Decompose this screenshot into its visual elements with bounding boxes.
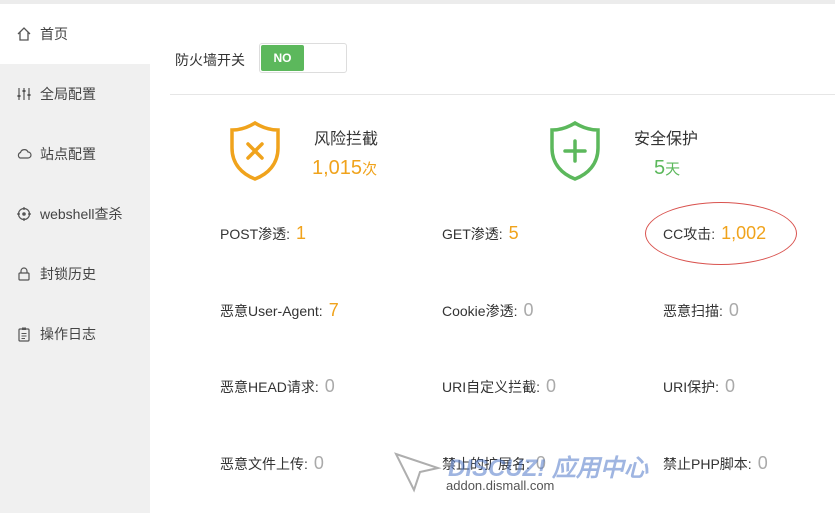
cloud-icon bbox=[17, 149, 32, 159]
metric-value: 0 bbox=[725, 376, 736, 396]
metric-php: 禁止PHP脚本: 0 bbox=[663, 453, 768, 474]
safe-count-wrap: 5天 bbox=[654, 157, 680, 180]
clipboard-icon bbox=[18, 327, 30, 342]
safe-count: 5 bbox=[654, 157, 666, 179]
sidebar-item-site-config[interactable]: 站点配置 bbox=[0, 124, 150, 184]
toggle-state: NO bbox=[261, 45, 304, 71]
metric-get: GET渗透: 5 bbox=[442, 223, 519, 244]
risk-title: 风险拦截 bbox=[314, 131, 379, 148]
sidebar-item-label: 首页 bbox=[40, 26, 68, 42]
risk-count: 1,015 bbox=[312, 157, 363, 179]
sidebar-item-webshell[interactable]: webshell查杀 bbox=[0, 184, 150, 244]
metric-user-agent: 恶意User-Agent: 7 bbox=[220, 300, 339, 321]
main-content: 防火墙开关 NO 风险拦截 1,015次 安全保护 5天 POST渗透: 1 G… bbox=[150, 4, 835, 513]
firewall-label: 防火墙开关 bbox=[175, 52, 245, 68]
highlight-circle bbox=[645, 202, 797, 265]
metric-extension: 禁止的扩展名: 0 bbox=[442, 453, 546, 474]
metric-label: GET渗透: bbox=[442, 226, 503, 242]
metric-scan: 恶意扫描: 0 bbox=[663, 300, 739, 321]
metric-post: POST渗透: 1 bbox=[220, 223, 306, 244]
metric-head: 恶意HEAD请求: 0 bbox=[220, 376, 335, 397]
metric-value: 0 bbox=[313, 453, 324, 473]
sidebar-item-global-config[interactable]: 全局配置 bbox=[0, 64, 150, 124]
sidebar-item-home[interactable]: 首页 bbox=[0, 4, 150, 64]
metric-value: 0 bbox=[324, 376, 335, 396]
sidebar-item-block-history[interactable]: 封锁历史 bbox=[0, 244, 150, 304]
shield-x-icon bbox=[230, 120, 280, 181]
target-icon bbox=[17, 207, 31, 221]
metric-value: 7 bbox=[328, 300, 339, 320]
metric-label: URI自定义拦截: bbox=[442, 379, 540, 395]
metric-value: 1 bbox=[296, 223, 307, 243]
metric-cookie: Cookie渗透: 0 bbox=[442, 300, 533, 321]
metric-upload: 恶意文件上传: 0 bbox=[220, 453, 324, 474]
divider bbox=[170, 94, 835, 95]
metric-label: 恶意User-Agent: bbox=[220, 303, 323, 319]
lock-icon bbox=[18, 267, 30, 281]
metric-label: URI保护: bbox=[663, 379, 719, 395]
sidebar-item-label: webshell查杀 bbox=[40, 206, 123, 222]
metric-value: 0 bbox=[535, 453, 546, 473]
safe-title: 安全保护 bbox=[634, 131, 699, 148]
risk-count-wrap: 1,015次 bbox=[312, 157, 377, 180]
sidebar: 首页 全局配置 站点配置 webshell查杀 封锁历史 操作日志 bbox=[0, 4, 150, 513]
firewall-toggle[interactable]: NO bbox=[259, 43, 347, 73]
sidebar-item-operation-log[interactable]: 操作日志 bbox=[0, 304, 150, 364]
metric-uri-protect: URI保护: 0 bbox=[663, 376, 735, 397]
metric-value: 0 bbox=[728, 300, 739, 320]
home-icon bbox=[17, 27, 31, 41]
metric-uri-custom: URI自定义拦截: 0 bbox=[442, 376, 556, 397]
sidebar-item-label: 封锁历史 bbox=[40, 266, 96, 282]
metric-label: POST渗透: bbox=[220, 226, 291, 242]
metric-value: 0 bbox=[546, 376, 557, 396]
risk-unit: 次 bbox=[362, 161, 378, 178]
metric-value: 0 bbox=[523, 300, 534, 320]
metric-label: Cookie渗透: bbox=[442, 303, 518, 319]
sidebar-item-label: 全局配置 bbox=[40, 86, 96, 102]
metric-label: 恶意扫描: bbox=[663, 303, 723, 319]
metric-label: 禁止的扩展名: bbox=[442, 456, 530, 472]
metric-label: 恶意HEAD请求: bbox=[220, 379, 319, 395]
sidebar-item-label: 站点配置 bbox=[40, 146, 96, 162]
sliders-icon bbox=[17, 88, 31, 100]
safe-unit: 天 bbox=[665, 161, 681, 178]
metric-label: 恶意文件上传: bbox=[220, 456, 308, 472]
metric-label: 禁止PHP脚本: bbox=[663, 456, 752, 472]
shield-plus-icon bbox=[550, 120, 600, 181]
metric-value: 5 bbox=[508, 223, 519, 243]
sidebar-item-label: 操作日志 bbox=[40, 326, 96, 342]
metric-value: 0 bbox=[757, 453, 768, 473]
